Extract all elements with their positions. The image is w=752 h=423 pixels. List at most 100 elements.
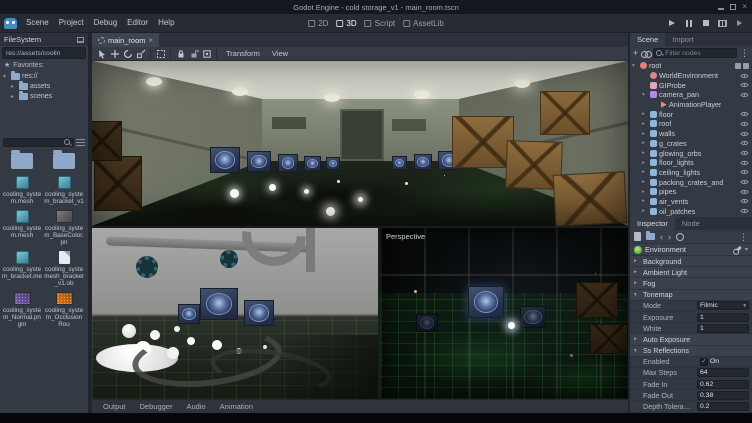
- box-select-tool-icon[interactable]: [155, 48, 166, 59]
- tree-item-assets[interactable]: ▸ assets: [0, 81, 88, 91]
- tab-node[interactable]: Node: [675, 217, 707, 230]
- visibility-eye-icon[interactable]: [740, 208, 749, 214]
- visibility-eye-icon[interactable]: [740, 150, 749, 156]
- scene-tree-node[interactable]: ▸ g_crates: [630, 139, 752, 149]
- visibility-eye-icon[interactable]: [740, 111, 749, 117]
- view-menu[interactable]: View: [267, 49, 293, 58]
- expand-caret-icon[interactable]: ▸: [642, 208, 648, 214]
- tab-inspector[interactable]: Inspector: [630, 217, 675, 230]
- file-item[interactable]: cooling_syste m_bracket_v1: [43, 175, 85, 206]
- node-row-buttons[interactable]: [740, 150, 749, 156]
- file-item[interactable]: cooling_syste mesh_bracket_v1.ob: [43, 250, 85, 288]
- scene-tree-node[interactable]: WorldEnvironment: [630, 71, 752, 81]
- expand-caret-icon[interactable]: ▸: [11, 93, 17, 100]
- inspector-row[interactable]: Enabled ✓ On: [630, 357, 752, 368]
- file-item[interactable]: [43, 152, 85, 172]
- property-value[interactable]: 1: [697, 324, 749, 333]
- inspector-row[interactable]: White 1: [630, 323, 752, 334]
- node-row-buttons[interactable]: [740, 140, 749, 146]
- file-item[interactable]: cooling_syste m_OcclusionRou: [43, 291, 85, 329]
- visibility-eye-icon[interactable]: [740, 169, 749, 175]
- inspector-row[interactable]: ▾ Ss Reflections: [630, 346, 752, 357]
- play-button[interactable]: [666, 18, 677, 29]
- inspector-row[interactable]: Max Steps 64: [630, 368, 752, 379]
- checkbox-icon[interactable]: ✓: [700, 358, 708, 366]
- inspector-row[interactable]: Depth Tolerance 0.2: [630, 401, 752, 412]
- visibility-eye-icon[interactable]: [740, 131, 749, 137]
- tab-scene[interactable]: Scene: [630, 33, 665, 46]
- perspective-menu[interactable]: Perspective: [386, 232, 425, 241]
- bottom-panel-button[interactable]: Output: [97, 402, 132, 411]
- property-value[interactable]: 0.38: [697, 391, 749, 400]
- maximize-icon[interactable]: [730, 4, 736, 10]
- node-row-buttons[interactable]: [740, 82, 749, 88]
- node-row-buttons[interactable]: [740, 198, 749, 204]
- viewport-3d-main[interactable]: [92, 61, 628, 226]
- expand-caret-icon[interactable]: ▸: [642, 160, 648, 166]
- play-custom-scene-button[interactable]: [734, 18, 745, 29]
- scene-tree-node[interactable]: ▾ camera_pan: [630, 90, 752, 100]
- scene-tree-node[interactable]: ▾ root: [630, 61, 752, 71]
- visibility-eye-icon[interactable]: [740, 160, 749, 166]
- expand-caret-icon[interactable]: ▾: [632, 63, 638, 69]
- workspace-tab[interactable]: AssetLib: [403, 19, 444, 28]
- expand-caret-icon[interactable]: ▸: [11, 83, 17, 90]
- inspector-row[interactable]: Mode Filmic ▾: [630, 301, 752, 312]
- history-back-icon[interactable]: ‹: [660, 232, 663, 242]
- edited-resource-row[interactable]: Environment ▾: [630, 243, 752, 256]
- more-options-icon[interactable]: ⋮: [739, 232, 748, 242]
- load-resource-icon[interactable]: [646, 233, 655, 240]
- expand-caret-icon[interactable]: ▸: [642, 198, 648, 204]
- file-item[interactable]: cooling_syste m.mesh: [1, 209, 43, 247]
- file-item[interactable]: [1, 152, 43, 172]
- menu-item[interactable]: Project: [54, 14, 89, 32]
- minimize-icon[interactable]: [718, 8, 724, 10]
- new-resource-icon[interactable]: [634, 232, 641, 241]
- bottom-panel-button[interactable]: Audio: [180, 402, 211, 411]
- visibility-eye-icon[interactable]: [740, 92, 749, 98]
- bottom-panel-button[interactable]: Animation: [214, 402, 259, 411]
- history-icon[interactable]: [676, 233, 684, 241]
- expand-caret-icon[interactable]: ▸: [642, 111, 648, 117]
- node-row-buttons[interactable]: [740, 92, 749, 98]
- node-row-buttons[interactable]: [740, 131, 749, 137]
- scene-tree-node[interactable]: ▸ glowing_orbs: [630, 148, 752, 158]
- group-icon[interactable]: [201, 48, 212, 59]
- viewport-3d-clay[interactable]: [92, 228, 378, 399]
- inspector-row[interactable]: ▸ Ambient Light: [630, 267, 752, 278]
- scene-tree-node[interactable]: ▸ roof: [630, 119, 752, 129]
- property-value[interactable]: 1: [697, 313, 749, 322]
- expand-caret-icon[interactable]: ▸: [642, 179, 648, 185]
- visibility-eye-icon[interactable]: [740, 179, 749, 185]
- inspector-row[interactable]: ▾ Tonemap: [630, 290, 752, 301]
- visibility-eye-icon[interactable]: [740, 73, 749, 79]
- property-value[interactable]: Filmic ▾: [697, 301, 749, 310]
- file-item[interactable]: cooling_syste m_Normal.pngm: [1, 291, 43, 329]
- tree-item-scenes[interactable]: ▸ scenes: [0, 91, 88, 101]
- inspector-row[interactable]: Fade In 0.62: [630, 379, 752, 390]
- pause-button[interactable]: [683, 18, 694, 29]
- node-row-buttons[interactable]: [740, 160, 749, 166]
- visibility-eye-icon[interactable]: [740, 189, 749, 195]
- close-window-icon[interactable]: ×: [742, 4, 747, 10]
- visibility-eye-icon[interactable]: [740, 140, 749, 146]
- property-value[interactable]: 64: [697, 368, 749, 377]
- inspector-row[interactable]: ▸ Background: [630, 256, 752, 267]
- transform-menu[interactable]: Transform: [221, 49, 265, 58]
- workspace-tab[interactable]: 2D: [308, 19, 328, 28]
- tree-item-res[interactable]: ▾ res://: [0, 71, 88, 81]
- inspector-row[interactable]: Exposure 1: [630, 312, 752, 323]
- property-value[interactable]: 0.62: [697, 380, 749, 389]
- filesystem-search-input[interactable]: [3, 138, 74, 147]
- unlock-icon[interactable]: [188, 48, 199, 59]
- expand-caret-icon[interactable]: ▸: [642, 121, 648, 127]
- filter-nodes-input[interactable]: Filter nodes: [653, 48, 737, 58]
- node-tools-icons[interactable]: [735, 63, 749, 69]
- scene-tree-node[interactable]: ▸ packing_crates_and: [630, 177, 752, 187]
- sort-icon[interactable]: [76, 139, 85, 146]
- file-item[interactable]: cooling_syste m.mesh: [1, 175, 43, 206]
- history-forward-icon[interactable]: ›: [668, 232, 671, 242]
- stop-button[interactable]: [700, 18, 711, 29]
- lock-icon[interactable]: [175, 48, 186, 59]
- scene-tree-node[interactable]: GIProbe: [630, 80, 752, 90]
